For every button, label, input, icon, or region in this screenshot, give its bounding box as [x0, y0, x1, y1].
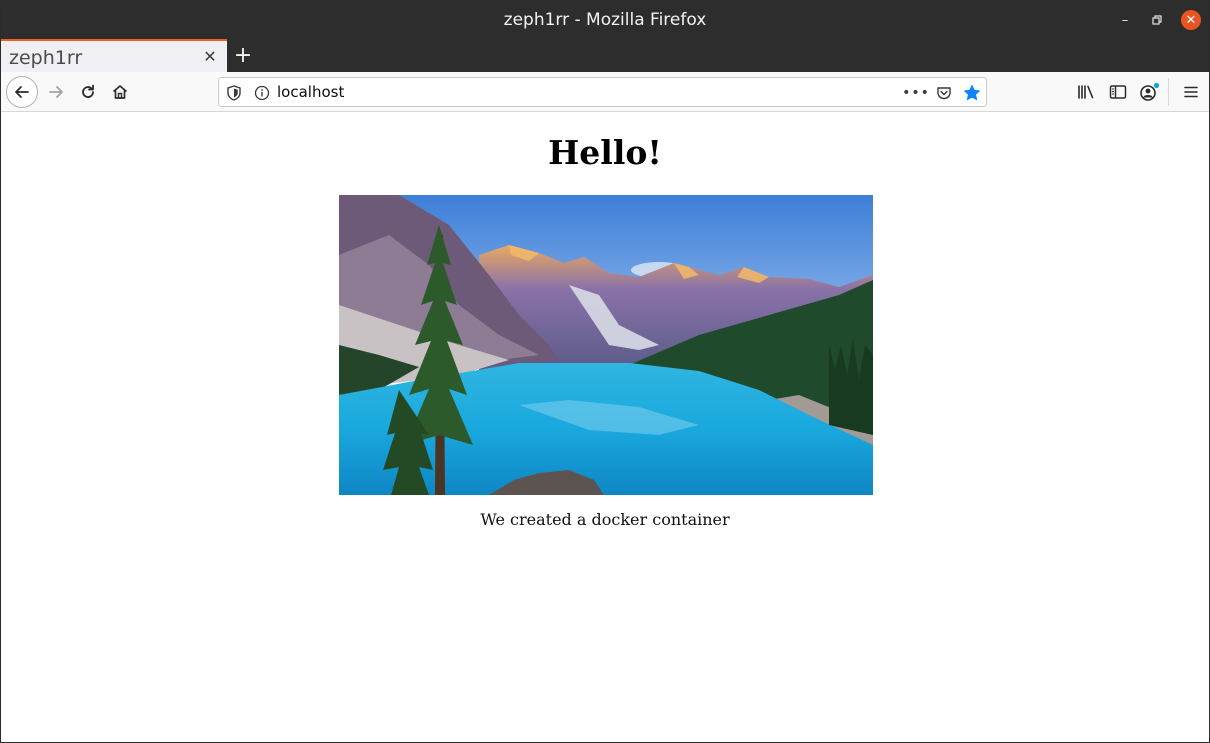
reload-button[interactable]: [73, 77, 103, 107]
page-content: Hello! We created a docker container: [1, 113, 1209, 742]
title-bar: zeph1rr - Mozilla Firefox – ✕: [1, 1, 1209, 39]
page-actions-more-icon[interactable]: •••: [902, 84, 929, 102]
url-bar[interactable]: localhost •••: [218, 77, 987, 107]
tab-zeph1rr[interactable]: zeph1rr ✕: [1, 39, 227, 72]
sidebar-icon: [1109, 85, 1127, 99]
page-caption: We created a docker container: [480, 510, 730, 529]
bookmark-star-icon[interactable]: [962, 83, 982, 103]
back-button[interactable]: [6, 76, 38, 108]
tab-strip: zeph1rr ✕ +: [1, 39, 1209, 72]
account-button[interactable]: [1138, 80, 1162, 104]
library-button[interactable]: [1074, 80, 1098, 104]
maximize-icon: [1152, 15, 1162, 25]
tab-close-icon[interactable]: ✕: [199, 45, 221, 67]
navigation-toolbar: localhost •••: [1, 72, 1209, 112]
close-window-button[interactable]: ✕: [1181, 10, 1201, 30]
toolbar-separator: [1168, 78, 1169, 106]
window-title: zeph1rr - Mozilla Firefox: [503, 10, 707, 30]
maximize-button[interactable]: [1147, 10, 1167, 30]
library-icon: [1078, 85, 1094, 99]
account-icon: [1140, 82, 1160, 101]
new-tab-button[interactable]: +: [231, 42, 255, 68]
sidebar-toggle-button[interactable]: [1106, 80, 1130, 104]
pocket-icon[interactable]: [934, 83, 954, 103]
reload-icon: [82, 84, 94, 98]
forward-button[interactable]: [41, 77, 71, 107]
home-icon: [112, 85, 128, 99]
home-button[interactable]: [105, 77, 135, 107]
browser-window: zeph1rr - Mozilla Firefox – ✕ zeph1rr ✕ …: [0, 0, 1210, 743]
minimize-button[interactable]: –: [1115, 10, 1135, 30]
url-text[interactable]: localhost: [277, 78, 344, 106]
tab-title: zeph1rr: [9, 47, 83, 69]
tracking-protection-shield-icon[interactable]: [225, 84, 243, 102]
hamburger-menu-icon: [1184, 86, 1198, 98]
arrow-right-icon: [49, 86, 63, 98]
menu-button[interactable]: [1179, 80, 1203, 104]
site-info-icon[interactable]: [253, 84, 271, 102]
page-heading: Hello!: [548, 133, 662, 172]
arrow-left-icon: [15, 86, 29, 98]
landscape-image: [339, 195, 873, 495]
